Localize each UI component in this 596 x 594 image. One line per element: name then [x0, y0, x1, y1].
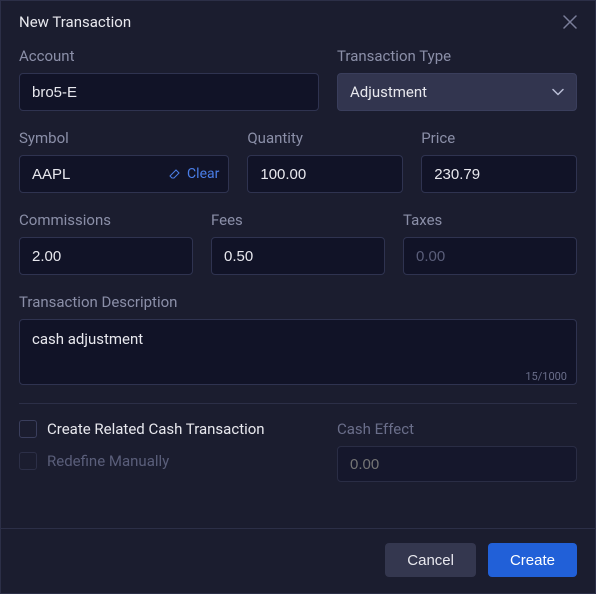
description-label: Transaction Description — [19, 293, 577, 311]
account-label: Account — [19, 47, 319, 65]
dialog-title: New Transaction — [19, 13, 131, 31]
account-input[interactable] — [19, 73, 319, 111]
close-icon — [563, 15, 577, 29]
account-field: Account — [19, 47, 319, 111]
commissions-label: Commissions — [19, 211, 193, 229]
transaction-type-value: Adjustment — [350, 83, 427, 101]
transaction-type-field: Transaction Type Adjustment — [337, 47, 577, 111]
quantity-input[interactable] — [247, 155, 403, 193]
quantity-field: Quantity — [247, 129, 403, 193]
symbol-field: Symbol Clear — [19, 129, 229, 193]
symbol-label: Symbol — [19, 129, 229, 147]
new-transaction-dialog: New Transaction Account Transaction Type… — [0, 0, 596, 594]
price-label: Price — [421, 129, 577, 147]
cash-effect-label: Cash Effect — [337, 420, 577, 438]
eraser-icon — [169, 168, 181, 180]
create-related-checkbox[interactable] — [19, 420, 37, 438]
redefine-manually-row: Redefine Manually — [19, 452, 319, 470]
dialog-content: Account Transaction Type Adjustment Symb… — [1, 41, 595, 528]
taxes-label: Taxes — [403, 211, 577, 229]
cancel-button[interactable]: Cancel — [385, 543, 476, 577]
transaction-type-label: Transaction Type — [337, 47, 577, 65]
quantity-label: Quantity — [247, 129, 403, 147]
cash-effect-input — [337, 446, 577, 482]
fees-input[interactable] — [211, 237, 385, 275]
price-input[interactable] — [421, 155, 577, 193]
taxes-field: Taxes — [403, 211, 577, 275]
redefine-manually-label: Redefine Manually — [47, 452, 169, 470]
description-input[interactable] — [19, 319, 577, 385]
commissions-input[interactable] — [19, 237, 193, 275]
chevron-down-icon — [552, 88, 564, 96]
clear-symbol-button[interactable]: Clear — [169, 166, 219, 182]
options-row: Create Related Cash Transaction Redefine… — [19, 420, 577, 484]
create-button[interactable]: Create — [488, 543, 577, 577]
commissions-field: Commissions — [19, 211, 193, 275]
fees-field: Fees — [211, 211, 385, 275]
transaction-type-select[interactable]: Adjustment — [337, 73, 577, 111]
redefine-manually-checkbox — [19, 452, 37, 470]
price-field: Price — [421, 129, 577, 193]
description-field: Transaction Description 15/1000 — [19, 293, 577, 389]
fees-label: Fees — [211, 211, 385, 229]
dialog-footer: Cancel Create — [1, 528, 595, 593]
divider — [19, 403, 577, 404]
create-related-row: Create Related Cash Transaction — [19, 420, 319, 438]
clear-label: Clear — [187, 166, 219, 182]
close-button[interactable] — [559, 11, 581, 33]
create-related-label: Create Related Cash Transaction — [47, 420, 265, 438]
taxes-input[interactable] — [403, 237, 577, 275]
description-counter: 15/1000 — [525, 370, 567, 383]
titlebar: New Transaction — [1, 1, 595, 41]
